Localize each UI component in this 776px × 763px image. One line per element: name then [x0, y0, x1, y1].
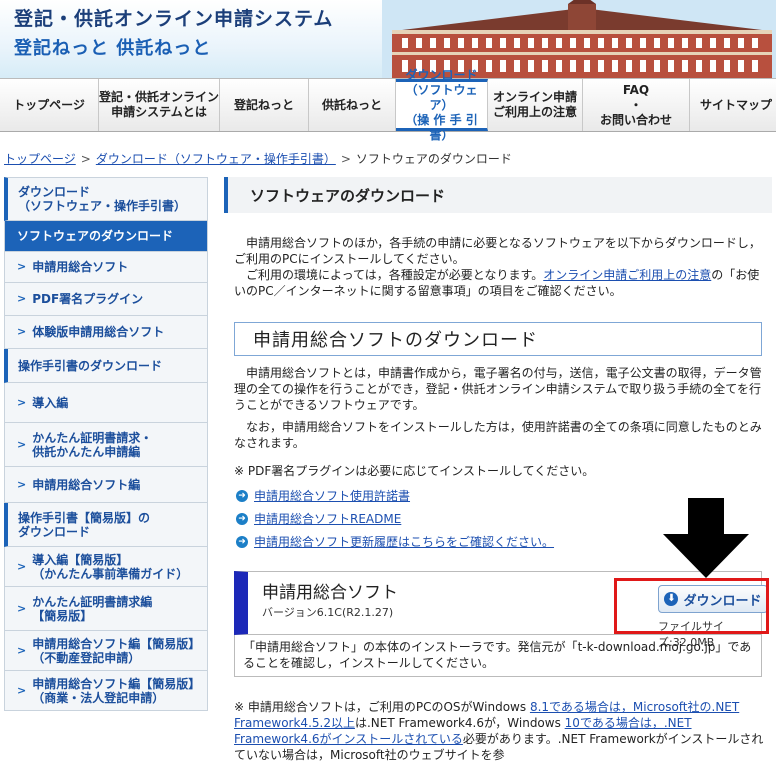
- breadcrumb: トップページ > ダウンロード（ソフトウェア・操作手引書） > ソフトウェアのダウンロー…: [4, 150, 512, 167]
- readme-link[interactable]: 申請用総合ソフトREADME: [254, 510, 401, 527]
- nav-top-page[interactable]: トップページ: [0, 79, 99, 131]
- pdf-plugin-note: ※ PDF署名プラグインは必要に応じてインストールしてください。: [234, 464, 595, 478]
- intro-paragraph-1: 申請用総合ソフトのほか，各手続の申請に必要となるソフトウェアを以下からダウンロー…: [234, 236, 761, 266]
- footnote-text-a: ※ 申請用総合ソフトは，ご利用のPCのOSがWindows: [234, 700, 530, 714]
- sidebar-item-label: かんたん証明書請求・ 供託かんたん申請編: [32, 430, 153, 459]
- down-arrow-annotation-icon: [663, 498, 749, 578]
- breadcrumb-separator: >: [340, 152, 351, 166]
- arrow-right-icon: ➜: [236, 512, 248, 525]
- footnote-text-b: は.NET Framework4.6が，Windows: [354, 716, 565, 730]
- sidebar-item-kantan-simple[interactable]: > かんたん証明書請求編 【簡易版】: [4, 587, 208, 631]
- section-description: 申請用総合ソフトとは，申請書作成から，電子署名の付与，送信，電子公文書の取得，デ…: [234, 366, 762, 412]
- sidebar-item-label: 導入編【簡易版】 （かんたん事前準備ガイド）: [32, 552, 189, 581]
- sidebar-item-trial-soft[interactable]: > 体験版申請用総合ソフト: [4, 316, 208, 349]
- footnote-link-1[interactable]: 8.1である場合は，Microsoft社の.NET: [530, 700, 739, 714]
- sidebar-item-label: 導入編: [32, 395, 69, 410]
- chevron-right-icon: >: [17, 395, 27, 409]
- breadcrumb-current: ソフトウェアのダウンロード: [355, 152, 512, 166]
- sidebar-item-simple-manual[interactable]: 操作手引書【簡易版】の ダウンロード: [4, 503, 208, 547]
- intro-paragraph-2: ご利用の環境によっては，各種設定が必要となります。オンライン申請ご利用上の注意の…: [234, 267, 762, 299]
- sidebar-item-label: かんたん証明書請求編 【簡易版】: [32, 594, 153, 623]
- sidebar-item-kantan[interactable]: > かんたん証明書請求・ 供託かんたん申請編: [4, 423, 208, 467]
- building-illustration: [382, 0, 776, 78]
- sidebar-item-shinsei-soft[interactable]: > 申請用総合ソフト: [4, 252, 208, 283]
- site-header: 登記・供託オンライン申請システム 登記ねっと 供託ねっと: [0, 0, 776, 78]
- usage-notes-link[interactable]: オンライン申請ご利用上の注意: [543, 268, 711, 282]
- global-nav: トップページ 登記・供託オンライン 申請システムとは 登記ねっと 供託ねっと ダ…: [0, 68, 776, 142]
- sidebar-item-software-download[interactable]: ソフトウェアのダウンロード: [4, 221, 208, 252]
- sidebar-item-download-top[interactable]: ダウンロード （ソフトウェア・操作手引書）: [4, 177, 208, 221]
- chevron-right-icon: >: [17, 477, 27, 491]
- nav-usage-notes[interactable]: オンライン申請 ご利用上の注意: [488, 79, 583, 131]
- chevron-right-icon: >: [17, 260, 27, 273]
- nav-sitemap[interactable]: サイトマップ: [690, 79, 776, 131]
- intro-text-a: ご利用の環境によっては，各種設定が必要となります。: [246, 268, 544, 282]
- sidebar-item-label: 申請用総合ソフト編: [32, 477, 141, 492]
- sidebar-item-pdf-plugin[interactable]: > PDF署名プラグイン: [4, 283, 208, 316]
- chevron-right-icon: >: [17, 601, 27, 615]
- sidebar-item-shogyo-simple[interactable]: > 申請用総合ソフト編【簡易版】 （商業・法人登記申請）: [4, 671, 208, 711]
- software-version: バージョン6.1C(R2.1.27): [262, 606, 394, 619]
- installer-description: 「申請用総合ソフト」の本体のインストーラです。発信元が「t-k-download…: [234, 635, 762, 677]
- nav-touki-net[interactable]: 登記ねっと: [220, 79, 309, 131]
- history-link-row: ➜ 申請用総合ソフト更新履歴はこちらをご確認ください。: [236, 533, 554, 550]
- highlight-box: [614, 578, 769, 634]
- agreement-note: なお，申請用総合ソフトをインストールした方は，使用許諾書の全ての条項に同意したも…: [234, 420, 762, 450]
- sidebar-item-manual-download[interactable]: 操作手引書のダウンロード: [4, 349, 208, 383]
- history-link[interactable]: 申請用総合ソフト更新履歴はこちらをご確認ください。: [254, 533, 554, 550]
- chevron-right-icon: >: [17, 292, 27, 305]
- nav-faq-contact[interactable]: FAQ ・ お問い合わせ: [583, 79, 690, 131]
- sidebar: ダウンロード （ソフトウェア・操作手引書） ソフトウェアのダウンロード > 申請用…: [4, 177, 208, 711]
- dotnet-footnote: ※ 申請用総合ソフトは，ご利用のPCのOSがWindows 8.1である場合は，…: [234, 699, 764, 763]
- section-heading: 申請用総合ソフトのダウンロード: [234, 322, 762, 356]
- chevron-right-icon: >: [17, 437, 27, 451]
- nav-download[interactable]: ダウンロード （ソフトウェア） （操 作 手 引 書）: [396, 68, 488, 142]
- footnote-link-4[interactable]: Framework4.6がインストールされている: [234, 732, 463, 746]
- sidebar-item-shinsei-manual[interactable]: > 申請用総合ソフト編: [4, 467, 208, 503]
- sidebar-item-label: PDF署名プラグイン: [32, 292, 144, 306]
- sidebar-item-label: 体験版申請用総合ソフト: [32, 325, 165, 339]
- chevron-right-icon: >: [17, 559, 27, 573]
- chevron-right-icon: >: [17, 643, 27, 657]
- sidebar-item-label: 申請用総合ソフト編【簡易版】 （不動産登記申請）: [32, 636, 201, 665]
- breadcrumb-separator: >: [80, 152, 91, 166]
- footnote-link-3[interactable]: 10である場合は，.NET: [565, 716, 692, 730]
- footnote-link-2[interactable]: Framework4.5.2以上: [234, 716, 355, 730]
- site-subtitle[interactable]: 登記ねっと 供託ねっと: [14, 34, 211, 60]
- arrow-right-icon: ➜: [236, 489, 248, 502]
- sidebar-item-fudosan-simple[interactable]: > 申請用総合ソフト編【簡易版】 （不動産登記申請）: [4, 631, 208, 671]
- sidebar-item-label: 申請用総合ソフト編【簡易版】 （商業・法人登記申請）: [32, 676, 201, 705]
- breadcrumb-download-link[interactable]: ダウンロード（ソフトウェア・操作手引書）: [96, 152, 336, 166]
- nav-about-system[interactable]: 登記・供託オンライン 申請システムとは: [99, 79, 220, 131]
- breadcrumb-top-link[interactable]: トップページ: [4, 152, 76, 166]
- license-link-row: ➜ 申請用総合ソフト使用許諾書: [236, 487, 410, 504]
- nav-kyotaku-net[interactable]: 供託ねっと: [309, 79, 396, 131]
- software-name: 申請用総合ソフト: [262, 583, 398, 603]
- site-title[interactable]: 登記・供託オンライン申請システム: [14, 4, 333, 31]
- page-title: ソフトウェアのダウンロード: [224, 177, 772, 213]
- chevron-right-icon: >: [17, 325, 27, 338]
- sidebar-item-intro[interactable]: > 導入編: [4, 383, 208, 423]
- chevron-right-icon: >: [17, 683, 27, 697]
- sidebar-item-intro-simple[interactable]: > 導入編【簡易版】 （かんたん事前準備ガイド）: [4, 547, 208, 587]
- readme-link-row: ➜ 申請用総合ソフトREADME: [236, 510, 401, 527]
- arrow-right-icon: ➜: [236, 535, 248, 548]
- sidebar-item-label: 申請用総合ソフト: [32, 260, 129, 274]
- license-link[interactable]: 申請用総合ソフト使用許諾書: [254, 487, 410, 504]
